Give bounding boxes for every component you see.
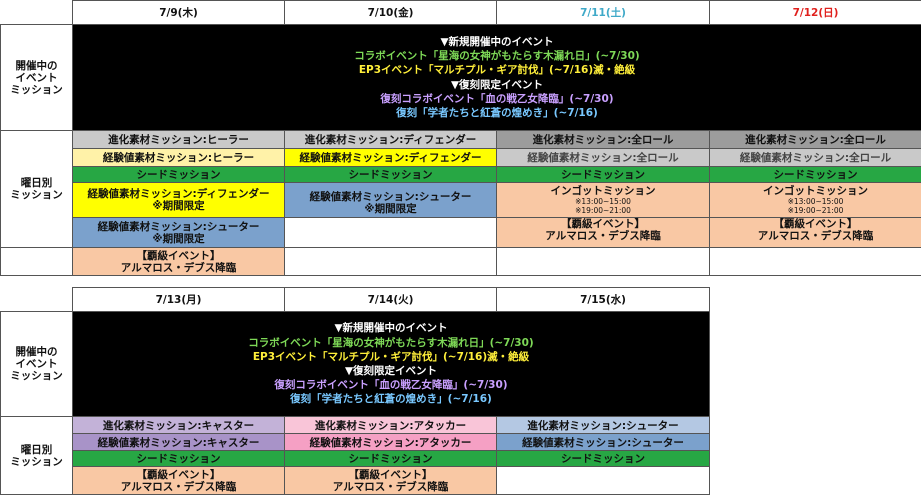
week1-schedule-table: 7/9(木) 7/10(金) 7/11(土) 7/12(日) 開催中の イベントミ…: [0, 0, 921, 276]
event-row-label: 開催中の イベント ミッション: [0, 24, 73, 131]
date-header: 7/10(金): [284, 0, 497, 25]
mission-cell: インゴットミッション ※13:00~15:00 ※19:00~21:00: [709, 182, 921, 218]
event-header-new: ▼新規開催中のイベント: [440, 35, 554, 48]
event-item: 復刻「学者たちと紅蒼の煌めき」(~7/16): [396, 106, 598, 119]
daily-row-label: 曜日別 ミッション: [0, 130, 73, 248]
mission-cell: 進化素材ミッション:ディフェンダー: [284, 130, 497, 149]
mission-cell: シードミッション: [709, 166, 921, 183]
event-item: 復刻コラボイベント「血の戦乙女降臨」(~7/30): [274, 379, 508, 392]
event-item: 復刻「学者たちと紅蒼の煌めき」(~7/16): [290, 393, 492, 406]
mission-cell: 進化素材ミッション:全ロール: [709, 130, 921, 149]
mission-cell: 進化素材ミッション:全ロール: [496, 130, 710, 149]
week2-schedule-table: 7/13(月) 7/14(火) 7/15(水) 開催中の イベント ミッション ▼新…: [0, 287, 710, 495]
mission-cell: 経験値素材ミッション:シューター: [496, 433, 710, 451]
date-header: 7/12(日): [709, 0, 921, 25]
empty-cell: [284, 217, 497, 248]
date-header: 7/15(水): [496, 287, 710, 312]
mission-cell: 経験値素材ミッション:アタッカー: [284, 433, 497, 451]
event-item: EP3イベント「マルチプル・ギア討伐」(~7/16)滅・絶級: [252, 350, 530, 363]
mission-cell: 経験値素材ミッション:キャスター: [72, 433, 285, 451]
date-header: 7/14(火): [284, 287, 497, 312]
mission-cell: シードミッション: [284, 450, 497, 467]
empty-cell: [496, 247, 710, 276]
mission-cell: 経験値素材ミッション:シューター ※期間限定: [284, 182, 497, 218]
event-header-rerun: ▼復刻限定イベント: [450, 78, 544, 91]
date-header: 7/9(木): [72, 0, 285, 25]
mission-cell: 経験値素材ミッション:シューター ※期間限定: [72, 217, 285, 248]
event-item: EP3イベント「マルチプル・ギア討伐」(~7/16)滅・絶級: [358, 64, 636, 77]
mission-cell: 経験値素材ミッション:ヒーラー: [72, 148, 285, 167]
event-row-label: 開催中の イベント ミッション: [0, 311, 73, 417]
mission-cell: 経験値素材ミッション:ディフェンダー ※期間限定: [72, 182, 285, 218]
mission-cell: 【覇級イベント】 アルマロス・デブス降臨: [496, 217, 710, 248]
daily-row-label: 曜日別 ミッション: [0, 416, 73, 495]
mission-cell: 経験値素材ミッション:全ロール: [496, 148, 710, 167]
empty-cell: [496, 466, 710, 495]
event-item: コラボイベント「星海の女神がもたらす木漏れ日」(~7/30): [248, 336, 534, 349]
event-item: コラボイベント「星海の女神がもたらす木漏れ日」(~7/30): [354, 50, 640, 63]
date-header: 7/11(土): [496, 0, 710, 25]
date-header: 7/13(月): [72, 287, 285, 312]
event-list: ▼新規開催中のイベント コラボイベント「星海の女神がもたらす木漏れ日」(~7/3…: [72, 24, 921, 131]
empty-cell: [709, 247, 921, 276]
corner-cell: [0, 0, 73, 25]
mission-cell: 【覇級イベント】 アルマロス・デブス降臨: [284, 466, 497, 495]
mission-cell: 【覇級イベント】 アルマロス・デブス降臨: [72, 247, 285, 276]
mission-cell: 経験値素材ミッション:全ロール: [709, 148, 921, 167]
mission-cell: 【覇級イベント】 アルマロス・デブス降臨: [709, 217, 921, 248]
mission-cell: シードミッション: [72, 450, 285, 467]
mission-cell: 進化素材ミッション:キャスター: [72, 416, 285, 434]
corner-cell: [0, 287, 73, 312]
event-header-rerun: ▼復刻限定イベント: [344, 365, 438, 377]
mission-cell: 【覇級イベント】 アルマロス・デブス降臨: [72, 466, 285, 495]
mission-cell: 経験値素材ミッション:ディフェンダー: [284, 148, 497, 167]
mission-cell: 進化素材ミッション:シューター: [496, 416, 710, 434]
empty-cell: [284, 247, 497, 276]
mission-cell: シードミッション: [284, 166, 497, 183]
mission-cell: 進化素材ミッション:ヒーラー: [72, 130, 285, 149]
event-list: ▼新規開催中のイベント コラボイベント「星海の女神がもたらす木漏れ日」(~7/3…: [72, 311, 710, 417]
mission-cell: シードミッション: [496, 450, 710, 467]
mission-cell: シードミッション: [72, 166, 285, 183]
event-item: 復刻コラボイベント「血の戦乙女降臨」(~7/30): [380, 92, 614, 105]
mission-cell: シードミッション: [496, 166, 710, 183]
daily-row-label-cont: [0, 247, 73, 276]
event-header-new: ▼新規開催中のイベント: [334, 322, 448, 335]
mission-cell: インゴットミッション ※13:00~15:00 ※19:00~21:00: [496, 182, 710, 218]
mission-cell: 進化素材ミッション:アタッカー: [284, 416, 497, 434]
